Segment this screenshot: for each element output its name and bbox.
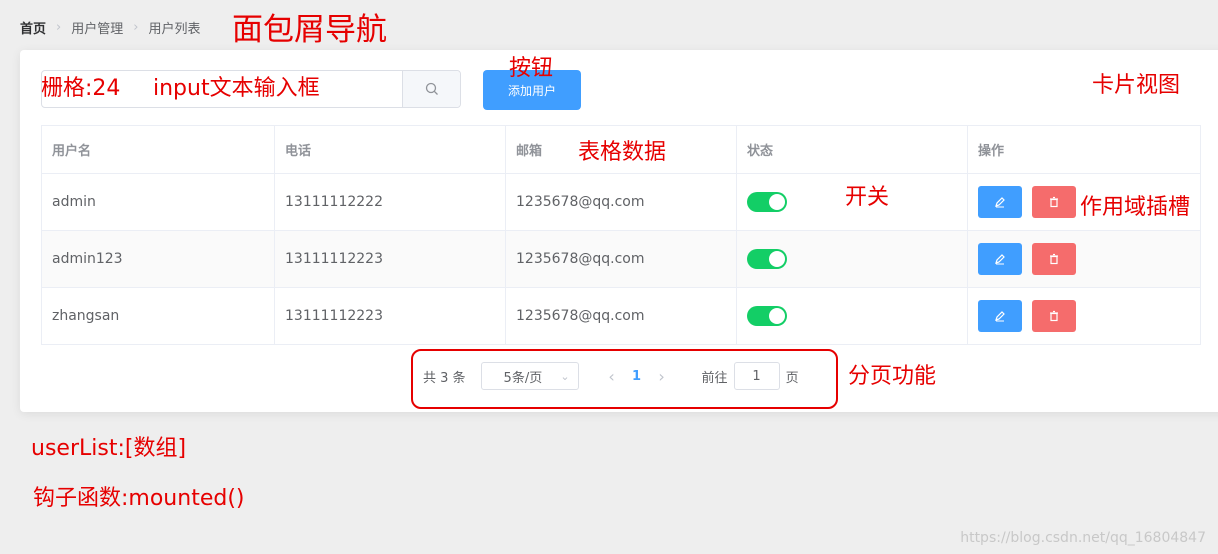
column-header: 状态 [737, 126, 968, 173]
breadcrumb-user-management[interactable]: 用户管理 [71, 18, 123, 37]
annotation-input: input文本输入框 [153, 76, 320, 101]
annotation-card: 卡片视图 [1092, 73, 1181, 98]
chevron-right-icon: › [133, 20, 139, 35]
status-cell [737, 231, 968, 287]
annotation-button: 按钮 [509, 56, 554, 81]
edit-button[interactable] [978, 300, 1022, 332]
column-header: 用户名 [42, 126, 275, 173]
edit-button[interactable] [978, 243, 1022, 275]
watermark: https://blog.csdn.net/qq_16804847 [960, 530, 1206, 546]
breadcrumb-user-list: 用户列表 [148, 22, 201, 37]
table-row: admin123 13111112223 1235678@qq.com [42, 231, 1200, 288]
edit-icon [995, 311, 1005, 322]
username-cell: zhangsan [42, 288, 275, 344]
annotation-slot: 作用域插槽 [1080, 195, 1191, 220]
actions-cell [968, 288, 1200, 344]
email-cell: 1235678@qq.com [506, 288, 737, 344]
username-cell: admin123 [42, 231, 275, 287]
delete-button[interactable] [1032, 300, 1076, 332]
column-header: 电话 [275, 126, 506, 173]
breadcrumb-home[interactable]: 首页 [20, 18, 46, 37]
search-icon [425, 82, 438, 95]
annotation-table: 表格数据 [578, 140, 667, 165]
search-button[interactable] [402, 71, 460, 107]
annotation-hook: 钩子函数:mounted() [33, 486, 245, 511]
annotation-pagination: 分页功能 [848, 364, 937, 389]
trash-icon [1050, 196, 1058, 208]
column-header: 操作 [978, 144, 1005, 159]
status-cell [737, 288, 968, 344]
email-cell: 1235678@qq.com [506, 231, 737, 287]
breadcrumb: 首页 › 用户管理 › 用户列表 [20, 18, 200, 37]
status-switch[interactable] [747, 192, 787, 212]
phone-cell: 13111112223 [275, 288, 506, 344]
username-cell: admin [42, 174, 275, 230]
phone-cell: 13111112222 [275, 174, 506, 230]
pagination-highlight-box [411, 349, 838, 409]
edit-icon [995, 197, 1005, 208]
table-row: zhangsan 13111112223 1235678@qq.com [42, 288, 1200, 345]
chevron-right-icon: › [56, 20, 62, 35]
edit-icon [995, 254, 1005, 265]
annotation-grid: 栅格:24 [41, 76, 121, 101]
edit-button[interactable] [978, 186, 1022, 218]
annotation-switch: 开关 [845, 185, 890, 210]
trash-icon [1050, 253, 1058, 265]
status-switch[interactable] [747, 249, 787, 269]
status-switch[interactable] [747, 306, 787, 326]
actions-cell [968, 231, 1200, 287]
delete-button[interactable] [1032, 186, 1076, 218]
email-cell: 1235678@qq.com [506, 174, 737, 230]
trash-icon [1050, 310, 1058, 322]
delete-button[interactable] [1032, 243, 1076, 275]
annotation-userlist: userList:[数组] [31, 436, 187, 461]
table-row: admin 13111112222 1235678@qq.com [42, 174, 1200, 231]
phone-cell: 13111112223 [275, 231, 506, 287]
annotation-breadcrumb: 面包屑导航 [232, 12, 387, 48]
